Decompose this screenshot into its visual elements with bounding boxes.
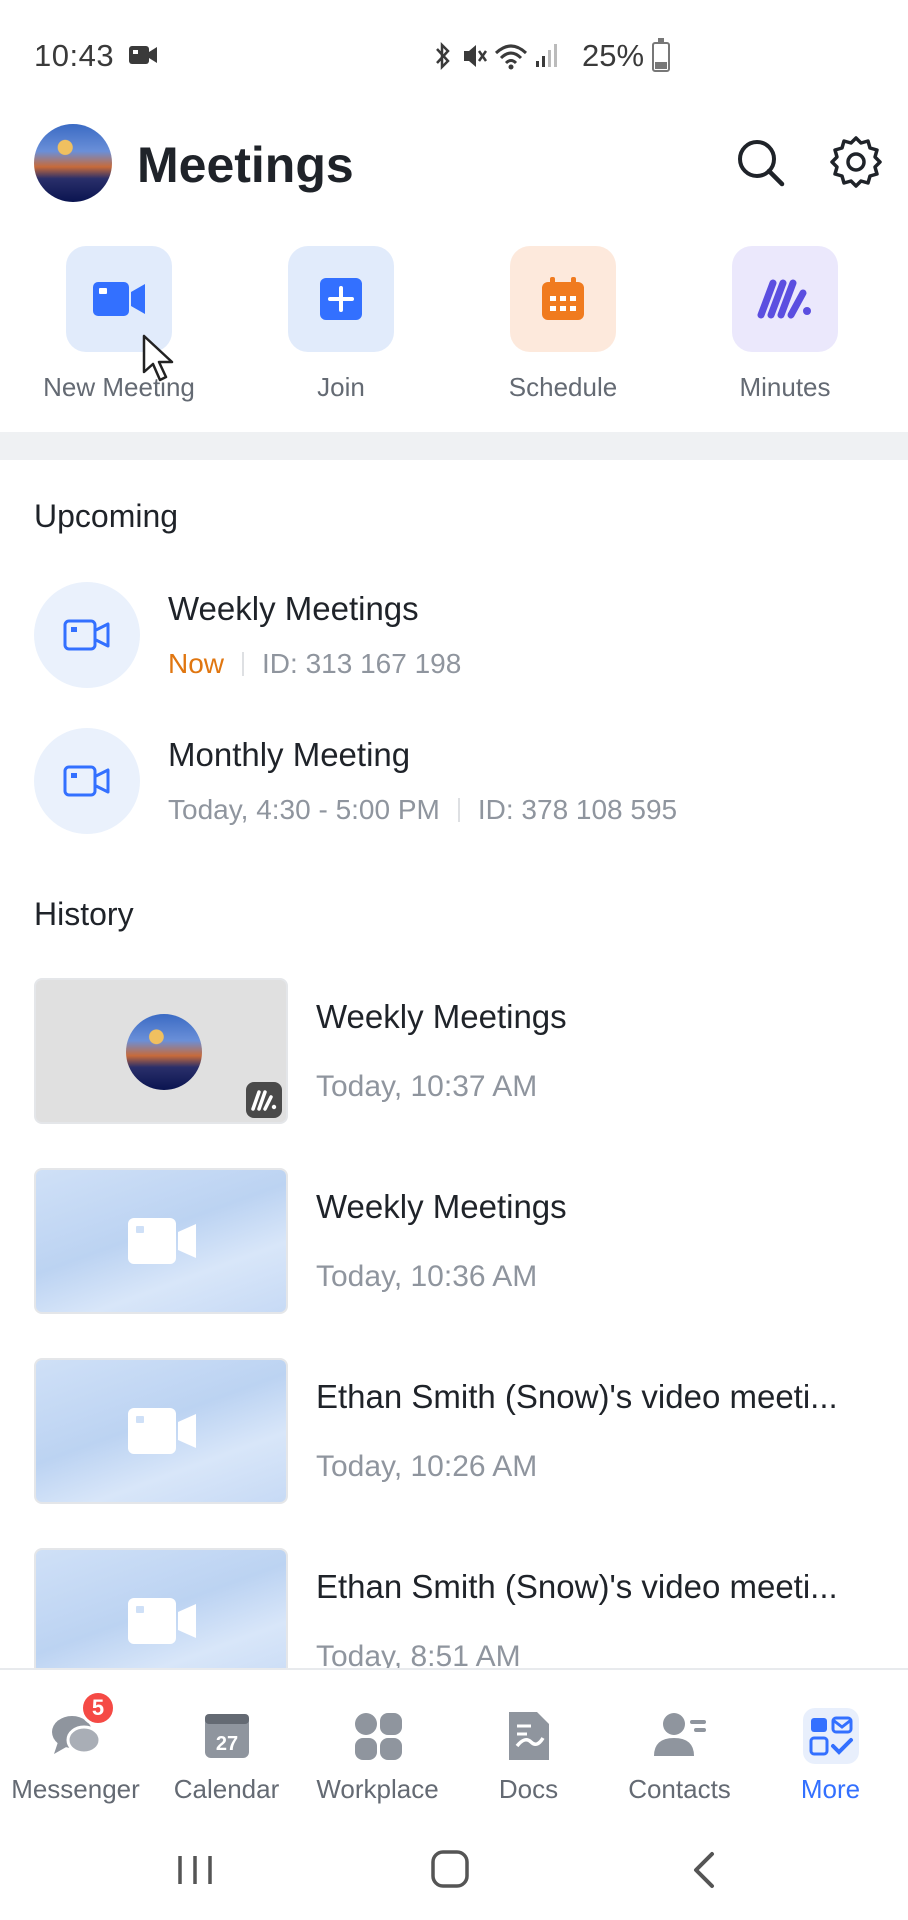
video-camera-icon [63,619,110,651]
nav-more[interactable]: More [755,1670,906,1822]
join-label: Join [317,372,365,402]
search-icon[interactable] [732,134,788,190]
more-apps-icon [802,1708,859,1764]
meeting-thumbnail [34,1168,288,1314]
history-title: Ethan Smith (Snow)'s video meeti... [316,1568,838,1605]
history-time: Today, 10:36 AM [316,1260,538,1293]
video-camera-icon [63,765,110,797]
status-icons [432,40,560,72]
bluetooth-icon [436,41,450,71]
history-item[interactable]: Weekly Meetings Today, 10:37 AM [0,978,908,1128]
video-camera-icon [128,1218,196,1264]
schedule-label: Schedule [508,372,618,402]
nav-label: Docs [498,1774,559,1804]
nav-calendar[interactable]: 27 Calendar [151,1670,302,1822]
history-title: Ethan Smith (Snow)'s video meeti... [316,1378,838,1415]
mute-icon [464,45,488,67]
meeting-title: Weekly Meetings [168,590,419,627]
bottom-nav: 5 Messenger 27 Calendar Workplace Docs C… [0,1668,908,1820]
meeting-id: ID: 313 167 198 [262,648,462,679]
meeting-icon-circle [34,582,140,688]
section-divider [0,432,908,460]
minutes-button[interactable]: Minutes [690,246,880,406]
recent-apps-icon[interactable] [170,1848,220,1892]
history-title: Weekly Meetings [316,998,567,1035]
history-item[interactable]: Ethan Smith (Snow)'s video meeti... Toda… [0,1358,908,1508]
history-item[interactable]: Weekly Meetings Today, 10:36 AM [0,1168,908,1318]
schedule-button[interactable]: Schedule [468,246,658,406]
minutes-badge-icon [246,1082,282,1118]
meeting-thumbnail [34,978,288,1124]
nav-workplace[interactable]: Workplace [302,1670,453,1822]
nav-messenger[interactable]: 5 Messenger [0,1670,151,1822]
upcoming-item[interactable]: Monthly Meeting Today, 4:30 - 5:00 PM ID… [0,728,908,848]
signal-icon [536,44,557,67]
mouse-pointer-icon [142,334,174,382]
workplace-grid-icon [354,1713,402,1760]
battery-icon [652,38,670,72]
separator [242,652,245,676]
meeting-meta: Now ID: 313 167 198 [168,648,461,680]
nav-label: Calendar [173,1774,280,1804]
meeting-title: Monthly Meeting [168,736,411,773]
calendar-icon: 27 [204,1714,249,1758]
meeting-time: Today, 4:30 - 5:00 PM [168,794,440,825]
calendar-icon [542,277,584,320]
video-camera-icon [129,46,157,64]
history-time: Today, 10:26 AM [316,1450,538,1483]
gear-icon[interactable] [828,134,884,190]
new-meeting-button[interactable]: New Meeting [24,246,214,406]
nav-contacts[interactable]: Contacts [604,1670,755,1822]
status-bar: 10:43 25% [0,0,908,110]
system-nav-bar [0,1820,908,1920]
nav-docs[interactable]: Docs [453,1670,604,1822]
new-meeting-label: New Meeting [43,372,195,402]
header: Meetings [0,110,908,220]
meeting-meta: Today, 4:30 - 5:00 PM ID: 378 108 595 [168,794,677,826]
minutes-icon [757,279,811,319]
minutes-tile[interactable] [732,246,838,352]
meeting-icon-circle [34,728,140,834]
video-camera-icon [128,1408,196,1454]
join-button[interactable]: Join [246,246,436,406]
history-time: Today, 10:37 AM [316,1070,538,1103]
meeting-thumbnail [34,1358,288,1504]
status-time: 10:43 [34,38,115,73]
nav-label: More [800,1774,861,1804]
home-icon[interactable] [425,1848,475,1892]
unread-badge: 5 [80,1690,116,1726]
upcoming-heading: Upcoming [34,498,179,534]
separator [457,798,460,822]
quick-actions: New Meeting Join Schedule Minutes [0,246,908,416]
back-icon[interactable] [680,1848,730,1892]
nav-label: Messenger [11,1774,140,1804]
battery-percent: 25% [582,38,645,73]
history-heading: History [34,896,134,932]
docs-icon [508,1712,549,1760]
join-tile[interactable] [288,246,394,352]
video-camera-icon [93,282,145,316]
wifi-icon [494,44,528,70]
nav-label: Contacts [628,1774,731,1804]
meeting-id: ID: 378 108 595 [477,794,678,825]
page-title: Meetings [137,137,354,193]
status-now: Now [168,648,225,679]
avatar[interactable] [34,124,112,202]
video-camera-icon [128,1598,196,1644]
avatar [126,1014,202,1090]
schedule-tile[interactable] [510,246,616,352]
minutes-label: Minutes [739,372,831,402]
calendar-day: 27 [215,1733,237,1755]
history-title: Weekly Meetings [316,1188,567,1225]
plus-icon [320,278,362,320]
contacts-icon [653,1713,706,1756]
upcoming-item[interactable]: Weekly Meetings Now ID: 313 167 198 [0,582,908,702]
nav-label: Workplace [316,1774,439,1804]
